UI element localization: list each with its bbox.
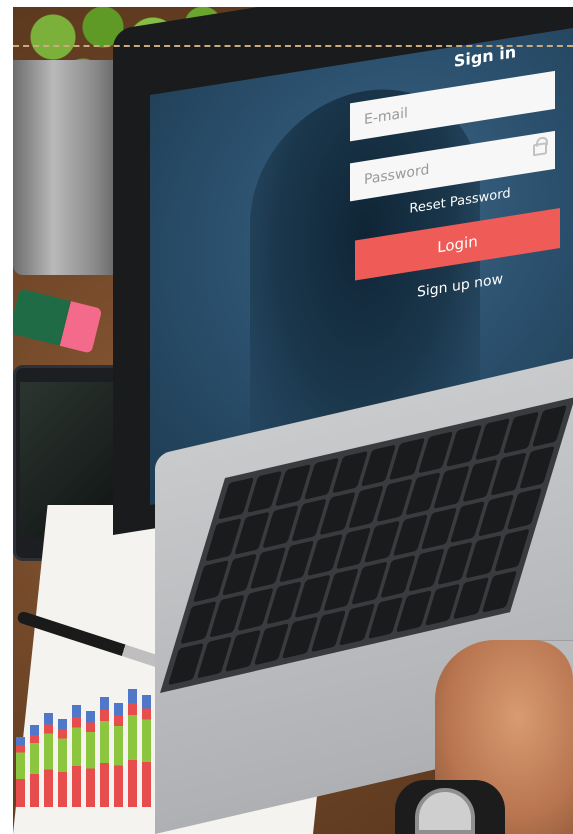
plant-pot [13, 60, 128, 275]
frame-left [0, 0, 13, 834]
watch-face [415, 788, 475, 834]
wristwatch [395, 780, 505, 834]
dashed-divider [13, 45, 573, 47]
signup-link[interactable]: Sign up now [390, 267, 530, 305]
password-placeholder: Password [364, 161, 430, 189]
frame-top [0, 0, 573, 7]
photo: Sign in E-mail Password Reset Password L… [0, 0, 573, 834]
email-field[interactable]: E-mail [350, 70, 555, 142]
lock-icon [533, 142, 547, 157]
highlighter-marker [8, 288, 103, 354]
